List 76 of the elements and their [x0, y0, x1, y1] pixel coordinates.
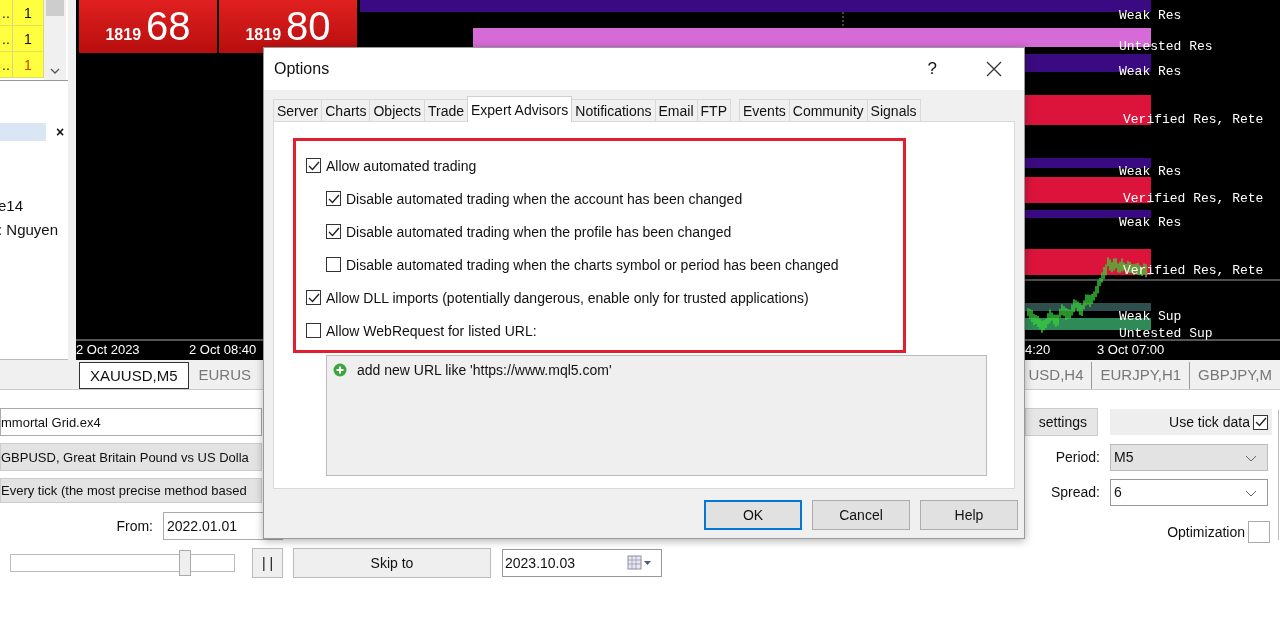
- time-label: 3 Oct 07:00: [1097, 342, 1165, 357]
- dialog-tab[interactable]: FTP: [696, 99, 731, 121]
- chart-tab[interactable]: EURUS: [188, 362, 262, 389]
- panel-header: [0, 123, 46, 141]
- checkbox[interactable]: [326, 191, 341, 206]
- period-label: Period:: [1054, 449, 1100, 465]
- close-icon[interactable]: [986, 61, 1002, 77]
- expert-field[interactable]: mmortal Grid.ex4: [0, 408, 262, 436]
- chevron-down-icon[interactable]: [1245, 489, 1257, 497]
- checkbox[interactable]: [1253, 414, 1268, 430]
- tick-data-label: Use tick data: [1169, 414, 1250, 430]
- table-cell: 1: [13, 26, 44, 52]
- dialog-tab[interactable]: Objects: [369, 99, 425, 121]
- option-label[interactable]: Allow automated trading: [326, 157, 477, 174]
- help-button[interactable]: ?: [927, 59, 937, 79]
- period-dropdown[interactable]: M5: [1110, 443, 1268, 471]
- zone-label: Weak Sup: [1119, 309, 1182, 324]
- table-cell: 1: [13, 0, 44, 26]
- time-label: 2 Oct 2023: [76, 342, 140, 357]
- checkbox[interactable]: [306, 290, 321, 305]
- chevron-down-icon[interactable]: [1245, 454, 1257, 462]
- dialog-tab[interactable]: Community: [788, 99, 868, 121]
- price-box[interactable]: 1819 80: [219, 0, 357, 53]
- chart-tab[interactable]: XAUUSD,M5: [79, 362, 189, 389]
- slider-thumb[interactable]: [178, 550, 191, 576]
- chart-tab[interactable]: GBPJPY,M: [1189, 362, 1280, 389]
- from-label: From:: [115, 518, 153, 534]
- option-label[interactable]: Allow WebRequest for listed URL:: [326, 322, 537, 339]
- dialog-title: Options: [274, 60, 331, 78]
- checkbox[interactable]: [306, 158, 321, 173]
- plus-icon[interactable]: [333, 363, 347, 377]
- option-label[interactable]: Disable automated trading when the profile has been changed: [346, 223, 732, 240]
- dialog-button[interactable]: Cancel: [812, 500, 910, 530]
- chevron-down-icon[interactable]: [50, 68, 60, 74]
- option-label[interactable]: Allow DLL imports (potentially dangerous, enable only for trusted applications): [326, 289, 809, 306]
- close-button[interactable]: ×: [56, 124, 65, 140]
- settings-button[interactable]: settings: [1025, 408, 1098, 436]
- dialog-button[interactable]: OK: [704, 500, 802, 530]
- symbol-dropdown[interactable]: GBPUSD, Great Britain Pound vs US Dolla: [0, 443, 262, 471]
- skip-date-field[interactable]: 2023.10.03: [502, 549, 662, 577]
- spread-label: Spread:: [1049, 484, 1100, 500]
- zone-label: Weak Res: [1119, 215, 1182, 230]
- dialog-tab[interactable]: Server: [273, 99, 323, 121]
- time-label: 4:20: [1025, 342, 1051, 357]
- checkbox[interactable]: [326, 257, 341, 272]
- table-cell: ..: [0, 52, 13, 78]
- table-cell: 1: [13, 52, 44, 78]
- option-label[interactable]: Disable automated trading when the account has been changed: [346, 190, 743, 207]
- spread-dropdown[interactable]: 6: [1110, 478, 1268, 506]
- skip-to-button[interactable]: Skip to: [293, 548, 491, 578]
- time-label: 2 Oct 08:40: [189, 342, 257, 357]
- checkbox[interactable]: [326, 224, 341, 239]
- option-label[interactable]: Disable automated trading when the charts symbol or period has been changed: [346, 256, 839, 273]
- dialog-tab[interactable]: Signals: [866, 99, 921, 121]
- zone-label: Weak Res: [1119, 8, 1182, 23]
- zone-label: Weak Res: [1119, 64, 1182, 79]
- scrollbar[interactable]: [44, 0, 66, 80]
- zone-label: Untested Res: [1119, 39, 1213, 54]
- add-url-link[interactable]: add new URL like 'https://www.mql5.com': [357, 362, 612, 378]
- checkbox[interactable]: [306, 323, 321, 338]
- navigator-text: : Nguyen: [0, 221, 60, 238]
- pause-button[interactable]: | |: [252, 548, 283, 578]
- table-cell: ..: [0, 26, 13, 52]
- table-cell: ..: [0, 0, 13, 26]
- model-dropdown[interactable]: Every tick (the most precise method based: [0, 478, 262, 503]
- dialog-tab[interactable]: Expert Advisors: [467, 96, 573, 122]
- price-box[interactable]: 1819 68: [79, 0, 217, 53]
- scroll-thumb[interactable]: [46, 0, 64, 16]
- optimization-label: Optimization: [1167, 524, 1245, 540]
- chart-tab[interactable]: EURJPY,H1: [1091, 362, 1190, 389]
- zone-label: Untested Sup: [1119, 326, 1213, 341]
- dialog-tab[interactable]: Events: [739, 99, 790, 121]
- zone-label: Weak Res: [1119, 164, 1182, 179]
- calendar-icon[interactable]: [627, 555, 653, 571]
- checkbox[interactable]: [1248, 521, 1270, 543]
- dialog-button[interactable]: Help: [920, 500, 1018, 530]
